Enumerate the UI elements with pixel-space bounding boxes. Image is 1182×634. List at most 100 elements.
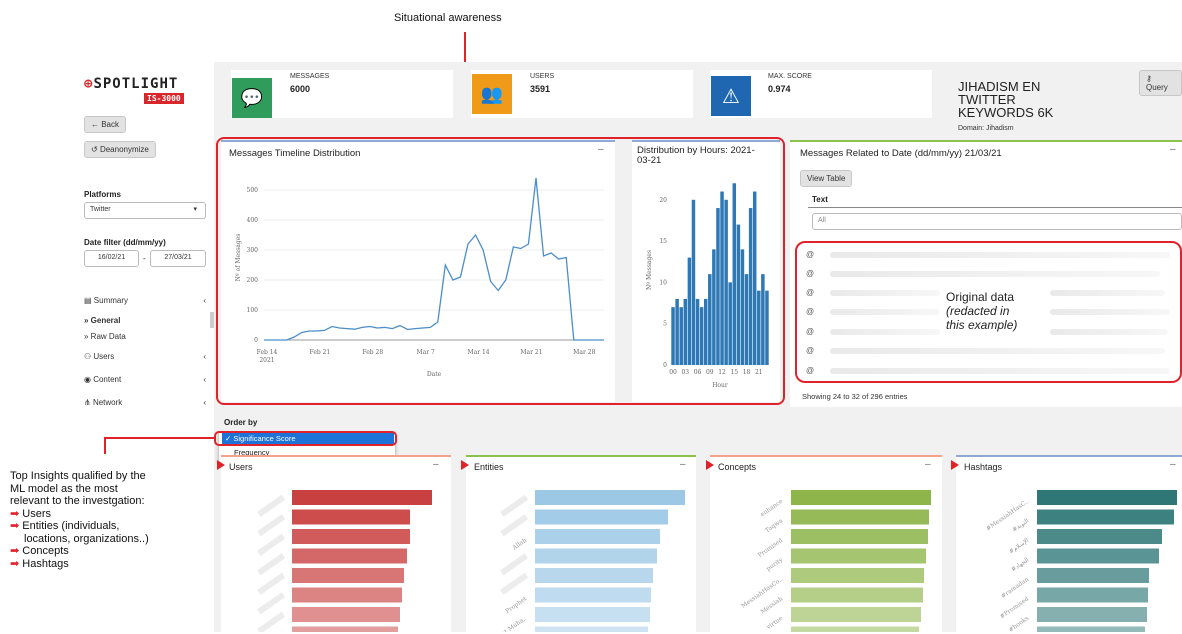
insight-bar[interactable] [791, 568, 924, 583]
insight-bar-label: #الإسلام [1008, 537, 1031, 556]
insight-title: Hashtags [964, 462, 1003, 472]
annotation-insights-item-text: Hashtags [22, 557, 69, 570]
nav-general-label: General [90, 316, 121, 325]
insight-bar[interactable] [791, 607, 921, 622]
related-title: Messages Related to Date (dd/mm/yy) 21/0… [800, 148, 1002, 159]
content-icon: ◉ [84, 375, 94, 384]
annotation-insights-item: ➡ Entities (individuals, [10, 520, 149, 533]
minimize-button[interactable]: – [680, 459, 686, 470]
insight-bar[interactable] [791, 509, 929, 525]
insight-bar[interactable] [1037, 587, 1148, 603]
minimize-button[interactable]: – [925, 459, 931, 470]
query-button-label: Query [1146, 83, 1168, 92]
insight-bar[interactable] [1037, 626, 1145, 633]
kpi-icon-box-messages: 💬 [232, 78, 272, 118]
annotation-connector-left-v [104, 438, 106, 454]
insight-bar[interactable] [1037, 529, 1162, 544]
nav-active-indicator [210, 312, 214, 328]
insight-bar[interactable] [791, 529, 928, 544]
chat-bubbles-icon: 💬 [240, 87, 264, 108]
chevron-down-icon: ▾ [193, 206, 197, 213]
date-to-input[interactable]: 27/03/21 [150, 250, 206, 267]
date-filter-label: Date filter (dd/mm/yy) [84, 238, 166, 247]
date-from-input[interactable]: 16/02/21 [84, 250, 139, 267]
red-arrow-icon: ➡ [10, 507, 23, 520]
text-filter-input[interactable]: All [812, 213, 1182, 230]
chevron-left-icon: ‹ [203, 296, 206, 305]
redacted-label [257, 572, 286, 595]
annotation-insights-item: locations, organizations..) [10, 533, 149, 546]
nav-content-label: Content [93, 375, 122, 384]
users-icon: 👥 [480, 83, 504, 104]
insight-bar[interactable] [292, 568, 404, 583]
insight-bar[interactable] [292, 626, 398, 633]
view-table-button[interactable]: View Table [800, 170, 853, 187]
minimize-button[interactable]: – [433, 459, 439, 470]
red-arrow-icon [951, 460, 959, 470]
nav-network[interactable]: ⋔ Network ‹ [84, 398, 206, 407]
nav-content[interactable]: ◉ Content ‹ [84, 375, 206, 384]
insight-bar[interactable] [791, 587, 923, 603]
insight-bar-label: Prophet Muha.. [485, 615, 528, 632]
dataset-title-line: KEYWORDS 6K [958, 105, 1054, 120]
insight-bar-label: Prophet [504, 595, 528, 615]
summary-icon: ▤ [84, 296, 94, 305]
redacted-label [500, 514, 529, 537]
insight-bar[interactable] [1037, 548, 1159, 564]
insight-bar[interactable] [535, 587, 651, 603]
insight-bar[interactable] [535, 509, 668, 525]
insight-bar[interactable] [535, 548, 657, 564]
query-button[interactable]: ⚷ Query [1139, 70, 1182, 96]
nav-summary[interactable]: ▤ Summary ‹ [84, 296, 206, 305]
key-icon: ⚷ [1146, 74, 1152, 83]
insight-bar[interactable] [292, 587, 402, 603]
minimize-button[interactable]: – [1170, 459, 1176, 470]
insight-bar[interactable] [292, 509, 410, 525]
dataset-domain: Domain: Jihadism [958, 125, 1014, 132]
nav-users[interactable]: ⚇ Users ‹ [84, 352, 206, 361]
redacted-label [500, 494, 529, 517]
annotation-insights-item: ➡ Concepts [10, 545, 149, 558]
insight-bar[interactable] [791, 548, 926, 564]
annotation-insights-line: ML model as the most [10, 482, 118, 495]
insight-bar[interactable] [1037, 509, 1174, 525]
insight-bar[interactable] [791, 626, 919, 633]
insight-bar[interactable] [292, 548, 407, 564]
red-arrow-icon [217, 460, 225, 470]
deanonymize-button[interactable]: ↺ Deanonymize [84, 141, 156, 158]
back-button[interactable]: ← Back [84, 116, 127, 133]
insight-bar[interactable] [292, 607, 400, 622]
insight-bar[interactable] [292, 490, 432, 505]
logo: ⊕SPOTLIGHT [84, 76, 178, 92]
annotation-insights-item-text: Entities (individuals, [22, 520, 120, 532]
showing-entries-text: Showing 24 to 32 of 296 entries [802, 392, 908, 401]
nav-raw-data[interactable]: » Raw Data [84, 332, 126, 341]
nav-general[interactable]: » General [84, 316, 120, 325]
deanonymize-label: Deanonymize [99, 145, 149, 154]
insight-bar[interactable] [791, 490, 931, 505]
insight-bar[interactable] [535, 607, 650, 622]
users-icon: ⚇ [84, 352, 94, 361]
insight-bar[interactable] [535, 529, 660, 544]
kpi-label: MESSAGES [290, 73, 330, 80]
minimize-button[interactable]: – [1170, 144, 1176, 155]
insight-bar[interactable] [1037, 490, 1177, 505]
insight-bar[interactable] [535, 490, 685, 505]
insight-bar[interactable] [535, 568, 653, 583]
insight-title: Concepts [718, 462, 757, 472]
annotation-insights-item-text: Users [22, 507, 52, 520]
insight-bar[interactable] [1037, 607, 1147, 622]
insight-title: Users [229, 462, 253, 472]
insight-bar[interactable] [1037, 568, 1149, 583]
warning-icon: ⚠ [722, 85, 740, 108]
annotation-insights-item: ➡ Users [10, 508, 149, 521]
annotation-box-charts [216, 137, 785, 405]
insight-bar[interactable] [292, 529, 410, 544]
redacted-label [500, 553, 529, 576]
deanonymize-icon: ↺ [91, 145, 100, 154]
annotation-box-original-data [795, 241, 1182, 383]
kpi-label: USERS [530, 73, 555, 80]
insight-bar[interactable] [535, 626, 648, 633]
platform-select[interactable]: Twitter ▾ [84, 202, 206, 219]
redacted-label [257, 611, 286, 632]
